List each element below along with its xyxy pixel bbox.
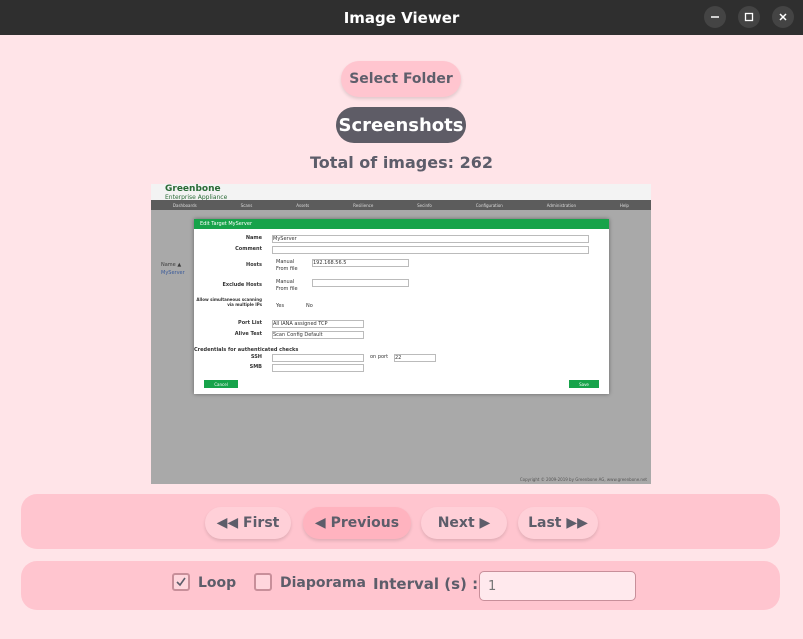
screenshot-nav-item: Assets xyxy=(296,202,310,208)
field-box xyxy=(272,364,364,372)
last-button[interactable]: Last ▶▶ xyxy=(518,507,598,539)
minimize-icon[interactable] xyxy=(704,6,726,28)
dialog-save-button: Save xyxy=(569,380,599,388)
navigation-panel: ◀◀ First ◀ Previous Next ▶ Last ▶▶ xyxy=(21,494,780,549)
field-label: Allow simultaneous scanning via multiple… xyxy=(196,297,262,307)
field-name: Name MyServer xyxy=(194,235,594,243)
controls-panel: Loop Diaporama Interval (s) : xyxy=(21,561,780,610)
screenshot-nav-item: Help xyxy=(619,202,629,208)
screenshot-header: Greenbone Enterprise Appliance xyxy=(151,184,651,201)
screenshot-nav-item: Scans xyxy=(240,202,253,208)
window-title: Image Viewer xyxy=(343,8,460,27)
screenshot-side-heading: Name ▲ xyxy=(161,262,182,268)
checkmark-icon xyxy=(176,577,186,587)
field-label: Exclude Hosts xyxy=(222,282,262,288)
field-box xyxy=(272,354,364,362)
title-bar: Image Viewer xyxy=(0,0,803,35)
screenshot-nav-item: Configuration xyxy=(475,202,503,208)
hosts-manual: Manual xyxy=(276,259,295,265)
hosts-from-file: From file xyxy=(276,266,298,272)
select-folder-button[interactable]: Select Folder xyxy=(341,61,461,97)
previous-button[interactable]: ◀ Previous xyxy=(303,507,411,539)
field-hosts: Hosts Manual 192.168.56.5 From file xyxy=(194,259,594,272)
screenshot-nav-item: Administration xyxy=(546,202,576,208)
field-ssh: SSH on port 22 xyxy=(194,354,594,362)
screenshot-footer: Copyright © 2009-2019 by Greenbone AG, w… xyxy=(519,477,647,482)
next-button[interactable]: Next ▶ xyxy=(421,507,507,539)
field-allow-simultaneous: Allow simultaneous scanning via multiple… xyxy=(194,297,594,317)
interval-label: Interval (s) : xyxy=(373,575,479,593)
hosts-value: 192.168.56.5 xyxy=(312,259,409,267)
exclude-manual: Manual xyxy=(276,279,295,285)
folder-name-badge: Screenshots xyxy=(336,107,466,143)
field-value: All IANA assigned TCP xyxy=(272,320,364,328)
close-icon[interactable] xyxy=(772,6,794,28)
ssh-port-value: 22 xyxy=(394,354,436,362)
field-alive-test: Alive Test Scan Config Default xyxy=(194,331,594,339)
field-port-list: Port List All IANA assigned TCP xyxy=(194,320,594,328)
screenshot-nav-item: Resilience xyxy=(353,202,374,208)
diaporama-checkbox[interactable] xyxy=(254,573,272,591)
field-value: Scan Config Default xyxy=(272,331,364,339)
image-display: Greenbone Enterprise Appliance Dashboard… xyxy=(151,184,651,484)
exclude-from-file: From file xyxy=(276,286,298,292)
screenshot-nav: Dashboards Scans Assets Resilience Secin… xyxy=(151,200,651,210)
exclude-box xyxy=(312,279,409,287)
field-label: Hosts xyxy=(246,262,262,268)
field-label: Comment xyxy=(235,246,262,252)
app-window: Image Viewer Select Folder Screenshots T… xyxy=(0,0,803,639)
screenshot-app-name: Greenbone xyxy=(165,184,221,194)
field-exclude-hosts: Exclude Hosts Manual From file xyxy=(194,279,594,292)
screenshot-dialog: Edit Target MyServer Name MyServer Comme… xyxy=(194,219,609,394)
field-label: Name xyxy=(245,235,262,241)
field-label: Port List xyxy=(238,320,262,326)
maximize-icon[interactable] xyxy=(738,6,760,28)
field-label: Alive Test xyxy=(234,331,262,337)
dialog-cancel-button: Cancel xyxy=(204,380,238,388)
loop-label: Loop xyxy=(198,575,237,591)
allow-yes: Yes xyxy=(276,303,285,309)
field-label: SMB xyxy=(249,364,262,370)
screenshot-nav-item: Secinfo xyxy=(417,202,432,208)
ssh-port-label: on port xyxy=(370,354,389,360)
field-smb: SMB xyxy=(194,364,594,372)
field-label: SSH xyxy=(250,354,262,360)
field-comment: Comment xyxy=(194,246,594,254)
field-value: MyServer xyxy=(272,235,589,243)
dialog-title: Edit Target MyServer xyxy=(194,219,609,229)
loop-checkbox[interactable] xyxy=(172,573,190,591)
screenshot-nav-item: Dashboards xyxy=(172,202,197,208)
diaporama-label: Diaporama xyxy=(280,575,366,591)
interval-input[interactable] xyxy=(479,571,636,601)
allow-no: No xyxy=(306,303,313,309)
screenshot-side-item: MyServer xyxy=(161,270,185,276)
first-button[interactable]: ◀◀ First xyxy=(205,507,291,539)
field-box xyxy=(272,246,589,254)
total-images-label: Total of images: 262 xyxy=(310,153,493,172)
